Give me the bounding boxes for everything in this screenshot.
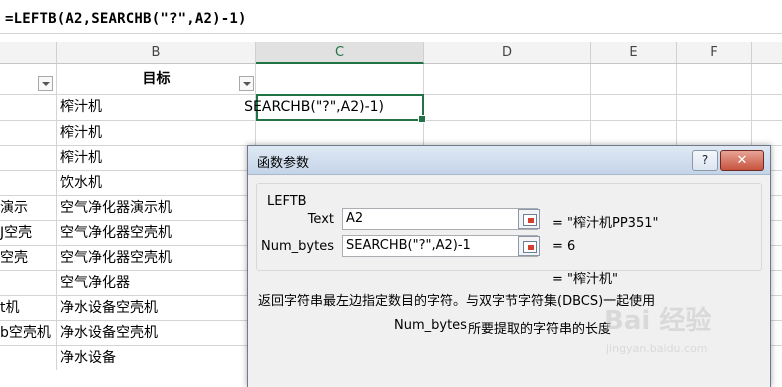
filter-button-a[interactable] [38,76,53,91]
cell-a12[interactable] [0,346,55,370]
formula-result: = "榨汁机" [552,272,618,287]
arg-label-num-bytes: Num_bytes [261,239,334,254]
cell-b7[interactable]: 空气净化器空壳机 [60,221,254,245]
collapse-dialog-icon[interactable] [518,209,540,229]
dialog-title: 函数参数 [257,156,310,171]
cell-b4[interactable]: 榨汁机 [60,146,254,170]
column-headers: B C D E F [0,42,782,64]
watermark-brand: Bai 经验 [604,306,712,336]
column-header-d[interactable]: D [424,42,591,63]
column-header-e[interactable]: E [591,42,677,63]
cell-b8[interactable]: 空气净化器空壳机 [60,246,254,270]
watermark-url: jingyan.baidu.com [606,342,708,355]
dialog-titlebar[interactable]: 函数参数 ? ✕ [248,146,770,175]
arg-result-num-bytes: = 6 [552,239,576,254]
function-description: 返回字符串最左边指定数目的字符。与双字节字符集(DBCS)一起使用 [258,294,656,309]
arg-help-name: Num_bytes [394,318,467,333]
cell-b6[interactable]: 空气净化器演示机 [60,196,254,220]
cell-a6[interactable]: 演示 [0,196,55,220]
filter-button-b[interactable] [239,76,254,91]
cell-a7[interactable]: J空壳 [0,221,55,245]
active-cell-c2[interactable]: SEARCHB("?",A2)-1) [244,94,426,123]
cell-a10[interactable]: t机 [0,296,55,320]
cell-b3[interactable]: 榨汁机 [60,121,254,145]
cell-b5[interactable]: 饮水机 [60,171,254,195]
cell-a2[interactable] [0,95,55,119]
column-header-f[interactable]: F [677,42,752,63]
close-button[interactable]: ✕ [720,150,764,171]
cell-b10[interactable]: 净水设备空壳机 [60,296,254,320]
active-cell-text: SEARCHB("?",A2)-1) [244,99,384,115]
cell-a5[interactable] [0,171,55,195]
baidu-watermark: Bai 经验 jingyan.baidu.com [604,290,782,370]
arg-input-text[interactable]: A2 [342,208,538,230]
fill-handle[interactable] [418,115,426,123]
arg-result-text: = "榨汁机PP351" [552,216,659,231]
cell-a9[interactable] [0,271,55,295]
arg-help-text: 所要提取的字符串的长度 [468,322,612,337]
toolbar-gap [0,34,782,42]
cell-b12[interactable]: 净水设备 [60,346,254,370]
column-header-b[interactable]: B [57,42,256,63]
formula-text[interactable]: =LEFTB(A2,SEARCHB("?",A2)-1) [5,11,247,27]
cell-a4[interactable] [0,146,55,170]
column-header-c[interactable]: C [256,42,424,64]
arg-input-num-bytes[interactable]: SEARCHB("?",A2)-1 [342,235,538,257]
cell-b2[interactable]: 榨汁机 [60,95,254,119]
column-header-a[interactable] [0,42,57,63]
formula-bar[interactable]: =LEFTB(A2,SEARCHB("?",A2)-1) [0,0,782,34]
function-name: LEFTB [267,194,307,209]
help-button[interactable]: ? [692,150,718,171]
cell-a11[interactable]: b空壳机 [0,321,55,345]
cell-a3[interactable] [0,121,55,145]
cell-a8[interactable]: 空壳 [0,246,55,270]
header-cell-b[interactable]: 目标 [57,67,256,91]
column-header-g[interactable] [752,42,782,63]
arg-label-text: Text [307,212,334,227]
collapse-dialog-icon[interactable] [518,236,540,256]
cell-b11[interactable]: 净水设备空壳机 [60,321,254,345]
cell-b9[interactable]: 空气净化器 [60,271,254,295]
